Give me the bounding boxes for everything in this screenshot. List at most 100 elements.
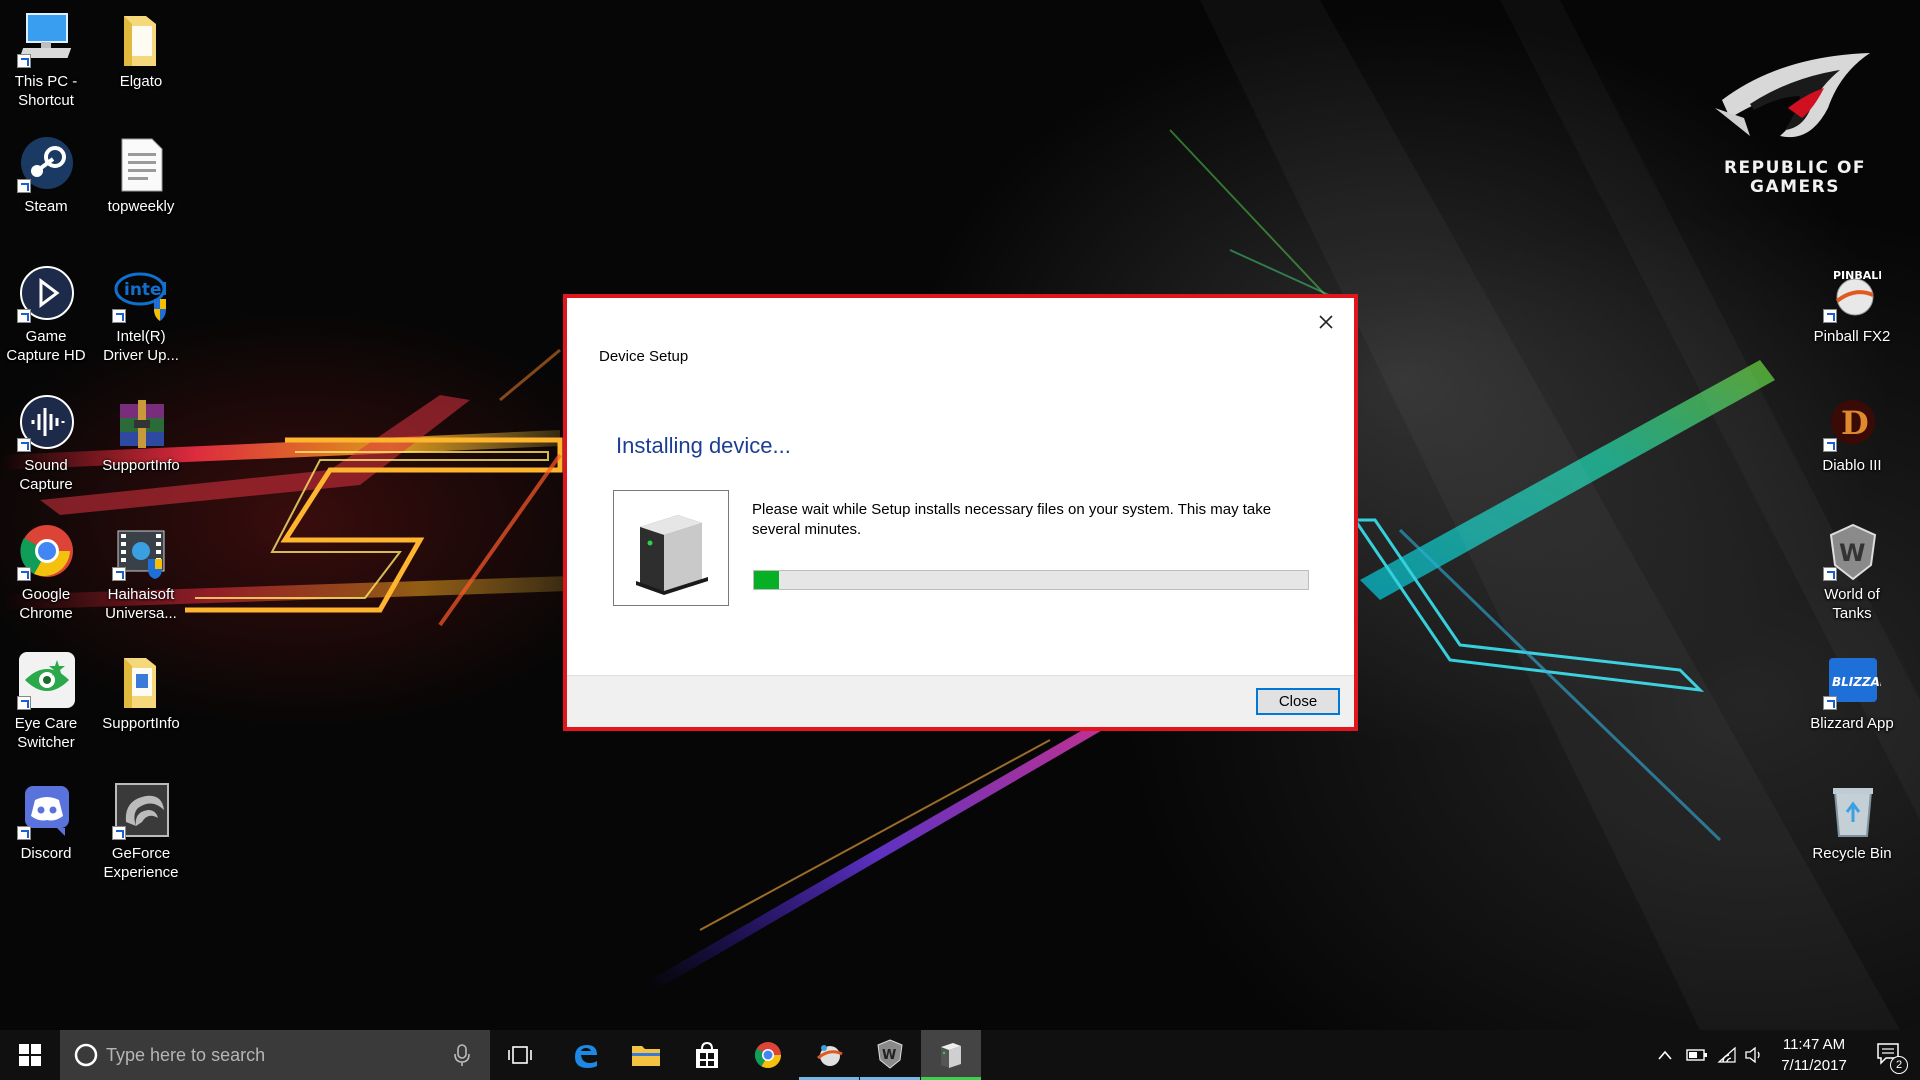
diablo-icon: D bbox=[1823, 394, 1881, 452]
desktop-icon-blizzard-app[interactable]: BLIZZARD Blizzard App bbox=[1806, 652, 1899, 733]
folder-icon bbox=[112, 10, 170, 68]
rog-logo-line1: REPUBLIC OF bbox=[1723, 158, 1867, 178]
search-placeholder: Type here to search bbox=[106, 1044, 266, 1065]
desktop-icon-elgato[interactable]: Elgato bbox=[95, 10, 187, 91]
desktop-icon-label: Eye Care Switcher bbox=[14, 715, 78, 751]
clock-date: 7/11/2017 bbox=[1781, 1057, 1847, 1074]
rog-logo: REPUBLIC OF GAMERS bbox=[1700, 48, 1890, 197]
taskbar-world-of-tanks[interactable]: W bbox=[860, 1030, 920, 1080]
desktop-icon-label: SupportInfo bbox=[102, 715, 180, 732]
taskbar-device-setup[interactable] bbox=[921, 1030, 981, 1080]
speaker-icon bbox=[1745, 1047, 1760, 1063]
taskbar: Type here to search W 11:47 AM 7/11/2017 bbox=[0, 1030, 1920, 1080]
rog-eye-icon bbox=[1715, 53, 1870, 138]
desktop-icon-intel-driver[interactable]: intel Intel(R) Driver Up... bbox=[95, 265, 187, 365]
folder-icon bbox=[112, 652, 170, 710]
taskbar-edge[interactable] bbox=[555, 1030, 615, 1080]
rog-logo-line2: GAMERS bbox=[1750, 177, 1840, 197]
recycle-bin-icon bbox=[1823, 782, 1881, 840]
desktop-icon-discord[interactable]: Discord bbox=[0, 782, 92, 863]
taskbar-chrome[interactable] bbox=[738, 1030, 798, 1080]
show-hidden-icons-button[interactable] bbox=[1650, 1030, 1680, 1080]
desktop-icon-label: Game Capture HD bbox=[6, 328, 86, 364]
desktop-icon-label: Blizzard App bbox=[1810, 715, 1894, 732]
svg-text:W: W bbox=[1839, 539, 1865, 567]
start-button[interactable] bbox=[0, 1030, 60, 1080]
this-pc-icon bbox=[17, 10, 75, 68]
desktop-icon-world-of-tanks[interactable]: W World of Tanks bbox=[1806, 523, 1898, 623]
cortana-icon bbox=[74, 1043, 98, 1067]
pinball-icon bbox=[817, 1044, 843, 1066]
geforce-icon bbox=[112, 782, 170, 840]
wifi-icon bbox=[1717, 1046, 1736, 1063]
notification-count-badge: 2 bbox=[1890, 1056, 1908, 1074]
svg-text:D: D bbox=[1841, 404, 1869, 442]
desktop-icon-label: Google Chrome bbox=[19, 586, 73, 622]
taskbar-pinball[interactable] bbox=[799, 1030, 859, 1080]
game-capture-icon bbox=[17, 265, 75, 323]
store-icon bbox=[696, 1041, 718, 1068]
desktop-icon-label: Elgato bbox=[119, 73, 163, 90]
desktop-icon-label: SupportInfo bbox=[102, 457, 180, 474]
desktop-icon-steam[interactable]: Steam bbox=[0, 135, 92, 216]
desktop-icon-haihaisoft[interactable]: Haihaisoft Universa... bbox=[95, 523, 187, 623]
device-image bbox=[613, 490, 729, 606]
taskbar-file-explorer[interactable] bbox=[616, 1030, 676, 1080]
desktop-icon-supportinfo-archive[interactable]: SupportInfo bbox=[95, 394, 187, 475]
chrome-icon bbox=[17, 523, 75, 581]
taskbar-search-box[interactable]: Type here to search bbox=[60, 1030, 490, 1080]
pinball-icon: PINBALL bbox=[1823, 265, 1885, 323]
close-button[interactable]: Close bbox=[1256, 688, 1340, 715]
taskbar-clock[interactable]: 11:47 AM 7/11/2017 bbox=[1764, 1034, 1864, 1076]
svg-text:PINBALL: PINBALL bbox=[1833, 269, 1881, 282]
desktop-icon-pinball-fx2[interactable]: PINBALL Pinball FX2 bbox=[1806, 265, 1898, 346]
chrome-icon bbox=[754, 1042, 782, 1069]
desktop-icon-label: Diablo III bbox=[1822, 457, 1882, 474]
rog-logo-text: REPUBLIC OF GAMERS bbox=[1700, 159, 1890, 197]
desktop-icon-sound-capture[interactable]: Sound Capture bbox=[0, 394, 92, 494]
chevron-up-icon bbox=[1658, 1050, 1672, 1060]
install-progress-bar bbox=[753, 570, 1309, 590]
install-progress-fill bbox=[754, 571, 779, 589]
sound-capture-icon bbox=[17, 394, 75, 452]
intel-icon: intel bbox=[112, 265, 170, 323]
desktop-icon-eye-care[interactable]: Eye Care Switcher bbox=[0, 652, 92, 752]
svg-text:BLIZZARD: BLIZZARD bbox=[1832, 675, 1881, 689]
desktop-icon-label: Discord bbox=[20, 845, 72, 862]
file-explorer-icon bbox=[632, 1046, 660, 1066]
network-status[interactable] bbox=[1712, 1030, 1742, 1080]
haihaisoft-icon bbox=[112, 523, 170, 581]
world-of-tanks-icon: W bbox=[1823, 523, 1881, 581]
taskbar-store[interactable] bbox=[677, 1030, 737, 1080]
desktop-icon-google-chrome[interactable]: Google Chrome bbox=[0, 523, 92, 623]
desktop-icon-label: Pinball FX2 bbox=[1813, 328, 1891, 345]
desktop-icon-label: This PC - Shortcut bbox=[14, 73, 78, 109]
desktop-icon-geforce[interactable]: GeForce Experience bbox=[95, 782, 187, 882]
desktop-icon-label: Intel(R) Driver Up... bbox=[103, 328, 179, 364]
eye-care-icon bbox=[17, 652, 75, 710]
desktop-icon-this-pc[interactable]: This PC - Shortcut bbox=[0, 10, 92, 110]
world-of-tanks-icon: W bbox=[877, 1038, 903, 1069]
battery-status[interactable] bbox=[1682, 1030, 1712, 1080]
desktop-icon-game-capture-hd[interactable]: Game Capture HD bbox=[0, 265, 92, 365]
desktop-icon-supportinfo-folder[interactable]: SupportInfo bbox=[95, 652, 187, 733]
desktop-icon-label: Haihaisoft Universa... bbox=[105, 586, 177, 622]
dialog-close-icon[interactable] bbox=[1312, 308, 1340, 336]
task-view-button[interactable] bbox=[490, 1030, 550, 1080]
winrar-icon bbox=[112, 394, 170, 452]
desktop-icon-topweekly[interactable]: topweekly bbox=[95, 135, 187, 216]
action-center-button[interactable]: 2 bbox=[1866, 1030, 1916, 1080]
microphone-icon[interactable] bbox=[452, 1043, 472, 1067]
edge-icon bbox=[575, 1045, 597, 1068]
document-icon bbox=[112, 135, 170, 193]
desktop-icon-label: topweekly bbox=[107, 198, 175, 215]
battery-icon bbox=[1686, 1049, 1707, 1061]
device-setup-icon bbox=[636, 515, 708, 595]
desktop-icon-recycle-bin[interactable]: Recycle Bin bbox=[1806, 782, 1898, 863]
desktop-icon-label: Steam bbox=[24, 198, 68, 215]
desktop-icon-label: Recycle Bin bbox=[1812, 845, 1892, 862]
blizzard-icon: BLIZZARD bbox=[1823, 652, 1899, 710]
device-setup-icon bbox=[941, 1042, 961, 1068]
desktop-icon-label: GeForce Experience bbox=[103, 845, 179, 881]
desktop-icon-diablo-iii[interactable]: D Diablo III bbox=[1806, 394, 1898, 475]
